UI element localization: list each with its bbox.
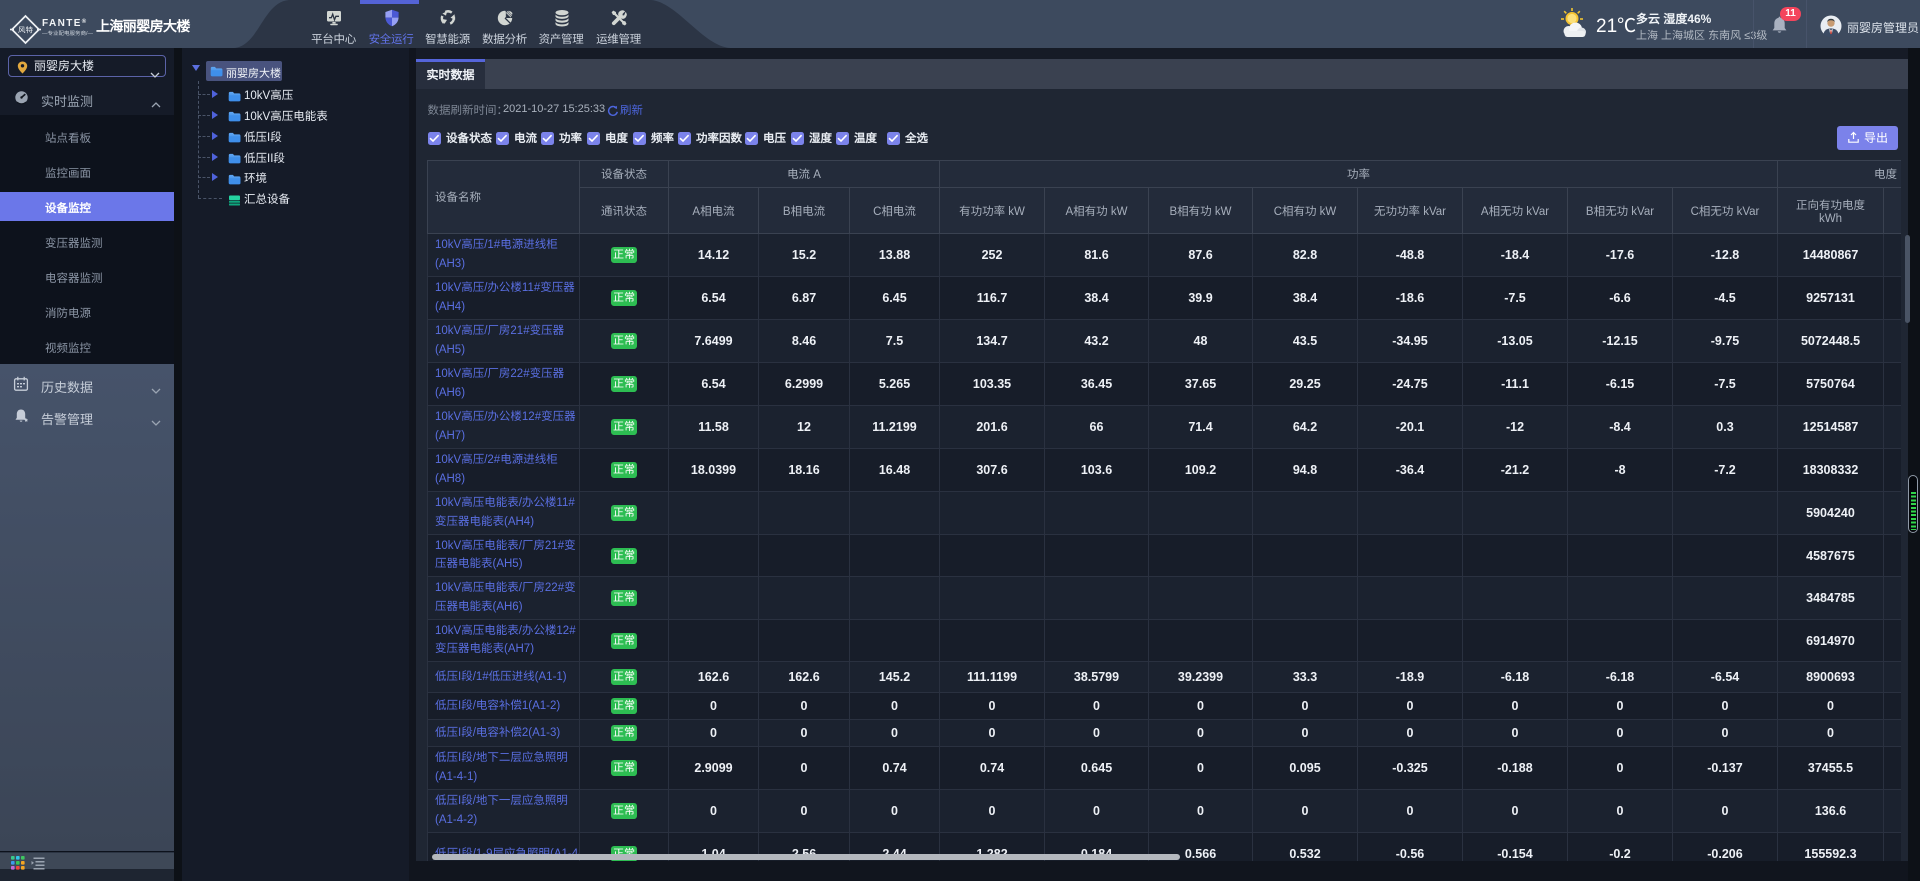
svg-text:风特: 风特: [18, 24, 33, 35]
